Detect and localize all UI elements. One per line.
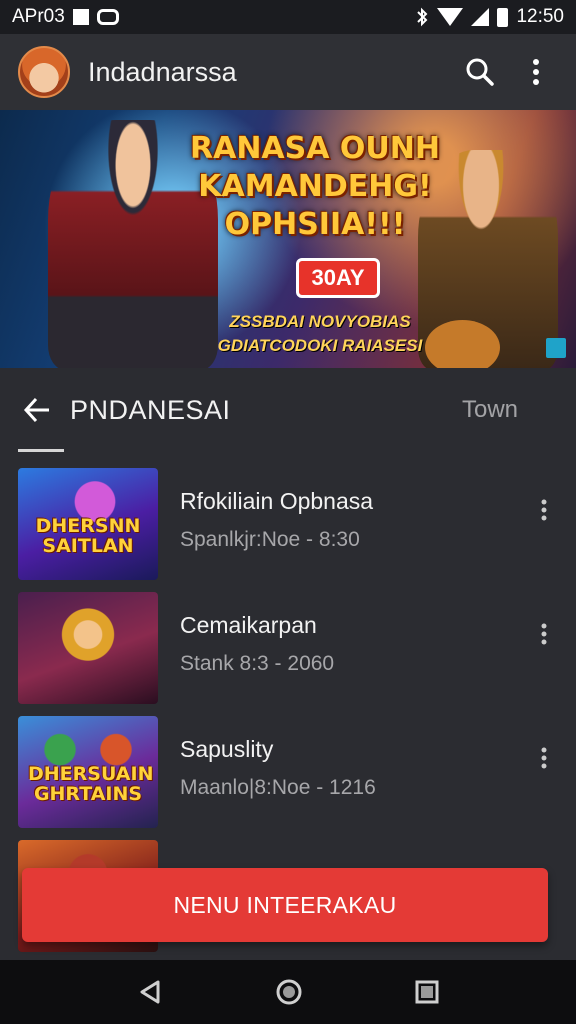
notification-square-icon xyxy=(72,9,89,25)
arrow-left-icon[interactable] xyxy=(22,395,52,425)
list-item[interactable]: DHERSUAIN GHRTAINS Sapuslity Maanlo|8:No… xyxy=(0,712,576,836)
more-vert-icon xyxy=(541,623,547,645)
overflow-menu-button[interactable] xyxy=(514,50,558,94)
app-bar: Indadnarssa xyxy=(0,34,576,110)
banner-subtitle-2: GDIATCODOKI RAIASESI xyxy=(217,336,423,355)
more-vert-icon xyxy=(541,499,547,521)
more-vert-icon xyxy=(541,747,547,769)
item-more-button[interactable] xyxy=(528,494,560,526)
item-meta: Spanlkjr:Noe - 8:30 xyxy=(180,528,360,551)
bluetooth-icon xyxy=(417,7,428,27)
section-underline xyxy=(18,449,64,452)
item-thumbnail: DHERSNN SAITLAN xyxy=(18,468,158,580)
more-vert-icon xyxy=(533,59,539,85)
status-time-right: 12:50 xyxy=(516,6,564,27)
item-more-button[interactable] xyxy=(528,742,560,774)
banner-corner-icon xyxy=(546,338,566,358)
item-title: Sapuslity xyxy=(180,736,274,762)
thumbnail-text: DHERSNN SAITLAN xyxy=(35,515,141,557)
recents-square-icon[interactable] xyxy=(414,979,440,1005)
banner-badge: 30AY xyxy=(296,258,380,298)
back-triangle-icon[interactable] xyxy=(136,978,164,1006)
status-right: 12:50 xyxy=(415,6,564,28)
banner-title-line-2: KAMANDEHG! xyxy=(198,169,432,204)
avatar[interactable] xyxy=(18,46,70,98)
tab-town[interactable]: Town xyxy=(462,396,518,424)
list-item[interactable]: DHERSNN SAITLAN Rfokiliain Opbnasa Spanl… xyxy=(0,464,576,588)
signal-icon xyxy=(471,8,490,26)
item-thumbnail xyxy=(18,592,158,704)
banner-title: RANASA OUNH KAMANDEHG! OPHSIIA!!! xyxy=(180,130,450,244)
banner-guitar xyxy=(425,320,500,368)
item-title: Rfokiliain Opbnasa xyxy=(180,488,374,514)
section-header: PNDANESAI Town xyxy=(0,368,576,452)
banner-subtitle-1: ZSSBDAI NOVYOBIAS xyxy=(229,312,411,331)
item-meta: Stank 8:3 - 2060 xyxy=(180,652,335,675)
item-title: Cemaikarpan xyxy=(180,612,317,638)
banner-title-line-3: OPHSIIA!!! xyxy=(224,207,406,242)
search-button[interactable] xyxy=(458,50,502,94)
search-icon xyxy=(466,58,494,86)
banner-title-line-1: RANASA OUNH xyxy=(190,131,440,166)
wifi-icon xyxy=(437,8,464,26)
item-meta: Maanlo|8:Noe - 1216 xyxy=(180,776,376,799)
item-more-button[interactable] xyxy=(528,618,560,650)
thumbnail-text: DHERSUAIN GHRTAINS xyxy=(28,763,154,805)
status-time-left: APr03 xyxy=(12,6,65,27)
list-item[interactable]: Cemaikarpan Stank 8:3 - 2060 xyxy=(0,588,576,712)
status-bar: APr03 12:50 xyxy=(0,0,576,34)
primary-cta-button[interactable]: NENU INTEERAKAU xyxy=(22,868,548,942)
battery-icon xyxy=(497,7,509,27)
home-circle-icon[interactable] xyxy=(275,978,303,1006)
item-thumbnail: DHERSUAIN GHRTAINS xyxy=(18,716,158,828)
system-nav-bar xyxy=(0,960,576,1024)
section-title: PNDANESAI xyxy=(70,394,231,425)
status-left: APr03 xyxy=(12,6,119,28)
notification-pill-icon xyxy=(96,9,119,25)
app-title: Indadnarssa xyxy=(88,56,237,87)
